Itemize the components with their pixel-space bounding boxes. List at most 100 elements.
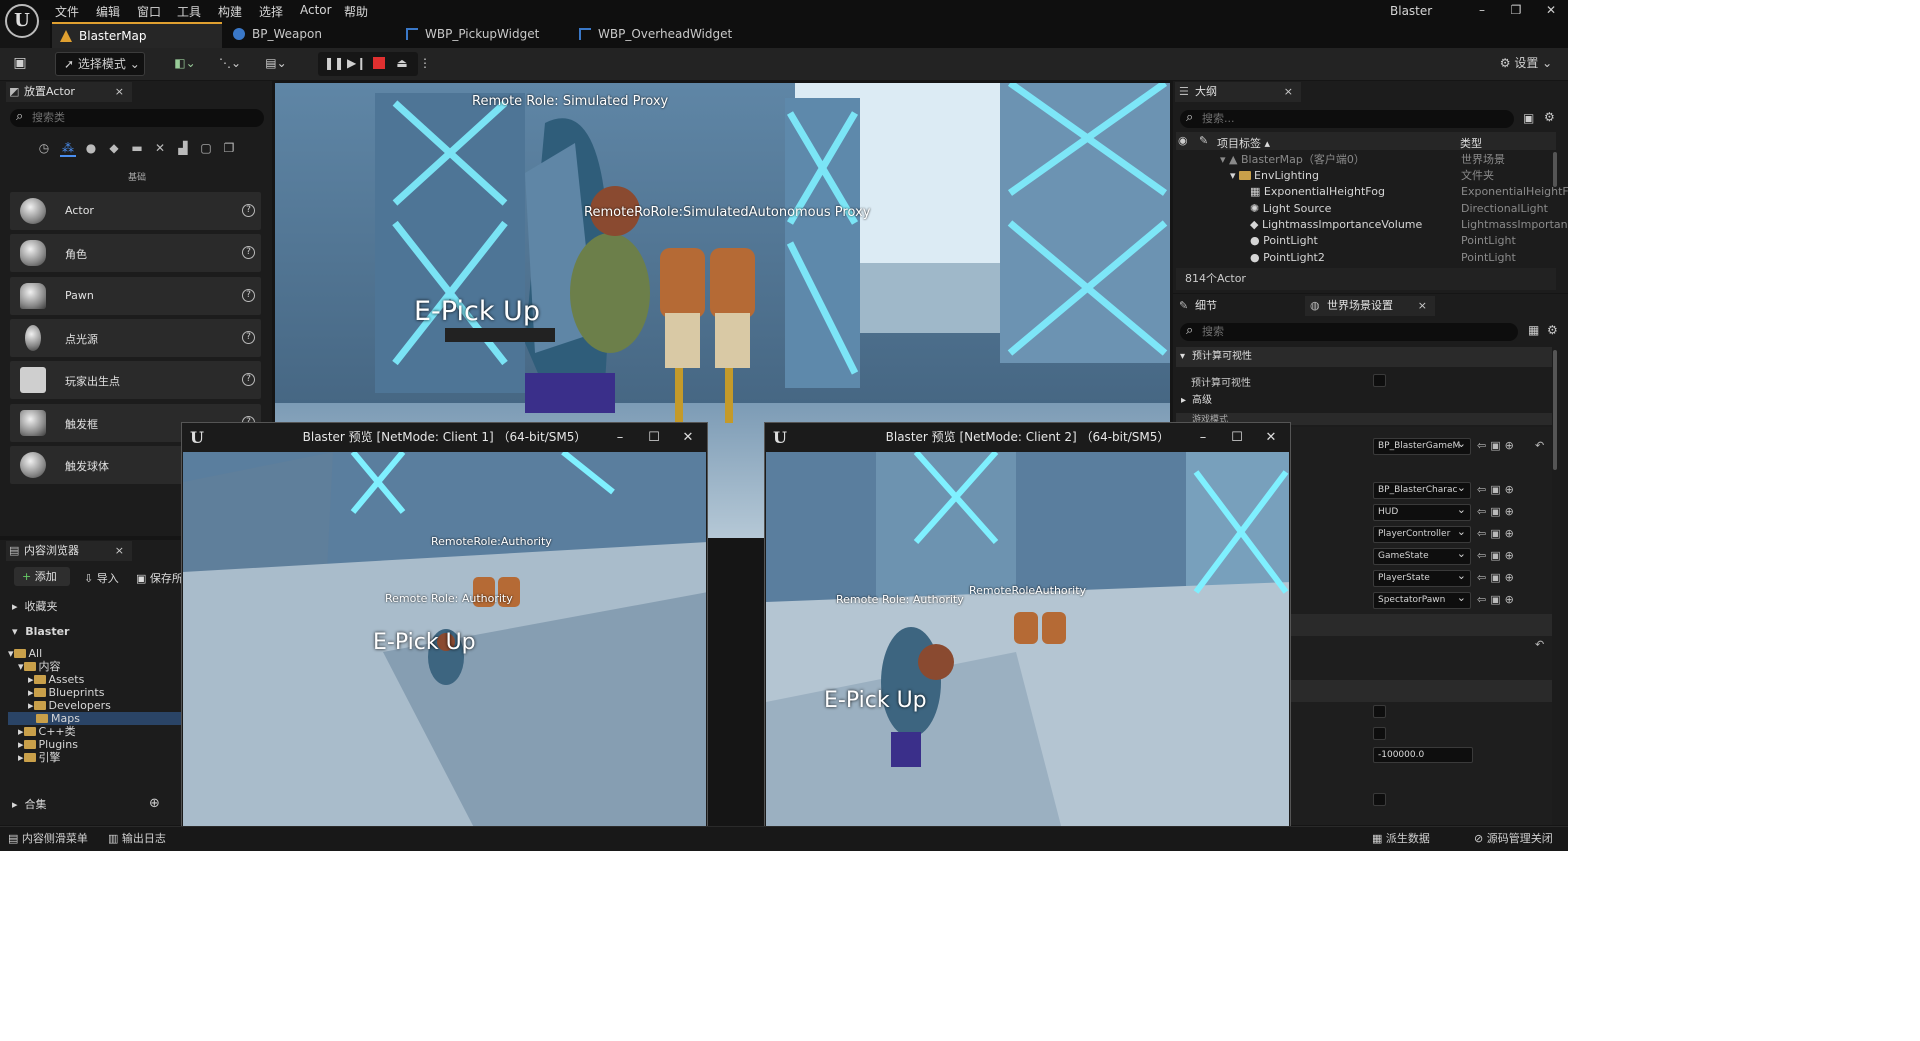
menu-build[interactable]: 构建 — [218, 3, 242, 20]
favorites-section[interactable]: ▸ 收藏夹 — [12, 600, 58, 613]
cinematic-icon[interactable]: ▬ — [129, 141, 145, 157]
help-icon[interactable]: ? — [242, 289, 255, 302]
maximize-button[interactable]: ☐ — [641, 423, 667, 452]
menu-actor[interactable]: Actor — [300, 3, 332, 17]
pie-viewport[interactable]: Remote Role: Authority RemoteRoleAuthori… — [766, 452, 1289, 843]
content-browser-tab[interactable]: ▤ 内容浏览器 × — [6, 541, 132, 561]
cinematics-icon[interactable]: ▤⌄ — [258, 52, 294, 76]
property-checkbox[interactable] — [1373, 793, 1386, 806]
pie-viewport[interactable]: RemoteRole:Authority Remote Role: Author… — [183, 452, 706, 843]
tree-item-blueprints[interactable]: ▸ Blueprints — [28, 686, 104, 699]
add-button[interactable]: + 添加 — [14, 567, 70, 586]
player-state-combo[interactable]: PlayerState — [1373, 570, 1471, 587]
settings-button[interactable]: ⚙ 设置 ⌄ — [1494, 52, 1558, 76]
player-controller-combo[interactable]: PlayerController — [1373, 526, 1471, 543]
actor-item-point-light[interactable]: 点光源? — [10, 319, 261, 357]
tree-item-cpp[interactable]: ▸ C++类 — [18, 725, 76, 738]
tab-bp-weapon[interactable]: BP_Weapon — [225, 22, 395, 48]
spectator-pawn-combo[interactable]: SpectatorPawn — [1373, 592, 1471, 609]
tree-item-engine[interactable]: ▸ 引擎 — [18, 751, 61, 764]
outliner-row[interactable]: ✺ Light Source DirectionalLight — [1176, 201, 1556, 217]
outliner-row[interactable]: ● PointLight2 PointLight — [1176, 250, 1556, 266]
select-mode-dropdown[interactable]: ➚ 选择模式 ⌄ — [55, 52, 145, 76]
help-icon[interactable]: ? — [242, 373, 255, 386]
pause-icon[interactable]: ❚❚ — [324, 52, 344, 76]
menu-select[interactable]: 选择 — [259, 3, 283, 20]
add-collection-icon[interactable]: ⊕ — [149, 796, 160, 811]
gear-icon[interactable]: ⚙ — [1547, 323, 1558, 337]
close-icon[interactable]: × — [1284, 82, 1293, 102]
reset-icon[interactable]: ↶ — [1535, 638, 1544, 651]
outliner-tab[interactable]: ☰ 大纲 × — [1175, 82, 1301, 102]
game-state-combo[interactable]: GameState — [1373, 548, 1471, 565]
save-all-button[interactable]: ▣ 保存所 — [136, 570, 183, 586]
close-icon[interactable]: × — [115, 541, 124, 561]
outliner-row[interactable]: ● PointLight PointLight — [1176, 233, 1556, 249]
help-icon[interactable]: ? — [242, 331, 255, 344]
minimize-button[interactable]: – — [1190, 423, 1216, 452]
unreal-logo-icon[interactable]: U — [5, 4, 39, 38]
project-section[interactable]: ▾ Blaster — [12, 625, 69, 638]
stop-button[interactable] — [370, 52, 388, 76]
restore-button[interactable]: ❐ — [1506, 3, 1526, 17]
pawn-class-combo[interactable]: BP_BlasterCharac — [1373, 482, 1471, 499]
section-advanced[interactable]: ▸ 高级 — [1176, 391, 1552, 411]
outliner-row[interactable]: ▾ EnvLighting 文件夹 — [1176, 168, 1556, 184]
asset-actions-icons[interactable]: ⇦▣⊕ — [1477, 593, 1529, 607]
tree-item-all[interactable]: ▾ All — [8, 647, 42, 660]
property-checkbox[interactable] — [1373, 727, 1386, 740]
search-input[interactable]: 搜索类 — [10, 108, 264, 127]
geometry-icon[interactable]: ▟ — [175, 141, 191, 157]
outliner-row[interactable]: ▦ ExponentialHeightFog ExponentialHeightF — [1176, 184, 1568, 200]
add-content-icon[interactable]: ◧⌄ — [168, 52, 202, 76]
game-mode-combo[interactable]: BP_BlasterGameM — [1373, 438, 1471, 455]
col-type-header[interactable]: 类型 — [1460, 135, 1482, 151]
asset-actions-icons[interactable]: ⇦▣⊕ — [1477, 505, 1529, 519]
shapes-icon[interactable]: ◆ — [106, 141, 122, 157]
pie-window-client-2[interactable]: U Blaster 预览 [NetMode: Client 2] （64-bit… — [764, 422, 1291, 845]
recent-icon[interactable]: ◷ — [36, 141, 52, 157]
menu-window[interactable]: 窗口 — [137, 3, 161, 20]
tree-item-developers[interactable]: ▸ Developers — [28, 699, 111, 712]
outliner-row[interactable]: ◆ LightmassImportanceVolume LightmassImpo… — [1176, 217, 1568, 233]
import-button[interactable]: ⇩ 导入 — [84, 570, 119, 586]
asset-actions-icons[interactable]: ⇦▣⊕ — [1477, 527, 1529, 541]
menu-edit[interactable]: 编辑 — [96, 3, 120, 20]
close-window-button[interactable]: ✕ — [675, 423, 701, 452]
precomputed-visibility-checkbox[interactable] — [1373, 374, 1386, 387]
tab-wbp-pickupwidget[interactable]: WBP_PickupWidget — [398, 22, 570, 48]
minimize-button[interactable]: – — [1472, 3, 1492, 17]
add-folder-icon[interactable]: ▣ — [1523, 111, 1534, 125]
eject-icon[interactable]: ⏏ — [393, 52, 411, 76]
hud-class-combo[interactable]: HUD — [1373, 504, 1471, 521]
close-icon[interactable]: × — [1418, 296, 1427, 316]
details-tab[interactable]: ✎ 细节 — [1175, 296, 1301, 316]
actor-item-player-start[interactable]: 玩家出生点? — [10, 361, 261, 399]
world-settings-tab[interactable]: ◍ 世界场景设置 × — [1305, 296, 1435, 316]
col-label-header[interactable]: 项目标签 ▴ — [1217, 135, 1270, 151]
asset-actions-icons[interactable]: ⇦▣⊕ — [1477, 483, 1529, 497]
outliner-scrollbar[interactable] — [1553, 152, 1557, 187]
lights-icon[interactable]: ● — [83, 141, 99, 157]
menu-help[interactable]: 帮助 — [344, 3, 368, 20]
pie-window-client-1[interactable]: U Blaster 预览 [NetMode: Client 1] （64-bit… — [181, 422, 708, 845]
collections-section[interactable]: ▸ 合集 — [12, 798, 47, 811]
output-log-button[interactable]: ▥ 输出日志 — [108, 830, 166, 846]
all-classes-icon[interactable]: ❐ — [221, 141, 237, 157]
property-checkbox[interactable] — [1373, 705, 1386, 718]
outliner-row[interactable]: ▾ ▲ BlasterMap（客户端0） 世界场景 — [1176, 152, 1556, 168]
details-search-input[interactable]: 搜索 — [1180, 322, 1518, 341]
kill-z-input[interactable]: -100000.0 — [1373, 747, 1473, 763]
outliner-search-input[interactable]: 搜索... — [1180, 109, 1514, 128]
gear-icon[interactable]: ⚙ — [1544, 110, 1555, 124]
section-precomputed-visibility[interactable]: ▾ 预计算可视性 — [1176, 347, 1552, 367]
visual-effects-icon[interactable]: ✕ — [152, 141, 168, 157]
help-icon[interactable]: ? — [242, 204, 255, 217]
menu-file[interactable]: 文件 — [55, 3, 79, 20]
source-control-button[interactable]: ⊘ 源码管理关闭 — [1474, 830, 1553, 846]
visibility-icon[interactable]: ◉ — [1178, 134, 1188, 147]
reset-icon[interactable]: ↶ — [1535, 439, 1544, 452]
tree-item-assets[interactable]: ▸ Assets — [28, 673, 84, 686]
maximize-button[interactable]: ☐ — [1224, 423, 1250, 452]
asset-actions-icons[interactable]: ⇦▣⊕ — [1477, 439, 1529, 453]
